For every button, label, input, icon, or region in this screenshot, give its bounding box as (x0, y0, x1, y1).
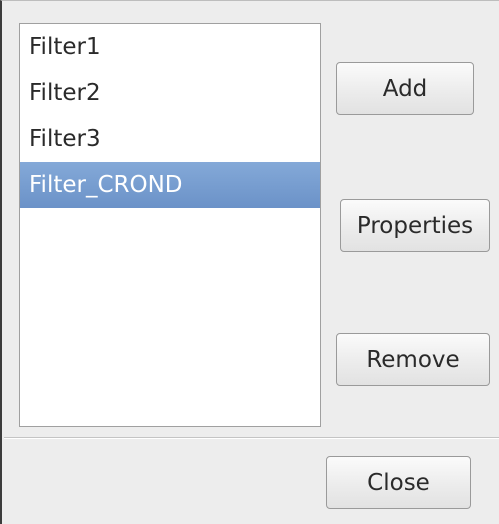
remove-button[interactable]: Remove (336, 333, 490, 386)
add-button[interactable]: Add (336, 62, 474, 115)
filter-list-item[interactable]: Filter3 (20, 116, 320, 162)
close-button[interactable]: Close (326, 456, 471, 509)
filter-list-item[interactable]: Filter1 (20, 24, 320, 70)
separator (4, 437, 499, 439)
filter-list-item-selected[interactable]: Filter_CROND (20, 162, 320, 208)
properties-button[interactable]: Properties (340, 199, 490, 252)
filter-list[interactable]: Filter1 Filter2 Filter3 Filter_CROND (19, 23, 321, 427)
filter-list-item[interactable]: Filter2 (20, 70, 320, 116)
filter-manager-dialog: Filter1 Filter2 Filter3 Filter_CROND Add… (0, 0, 499, 524)
